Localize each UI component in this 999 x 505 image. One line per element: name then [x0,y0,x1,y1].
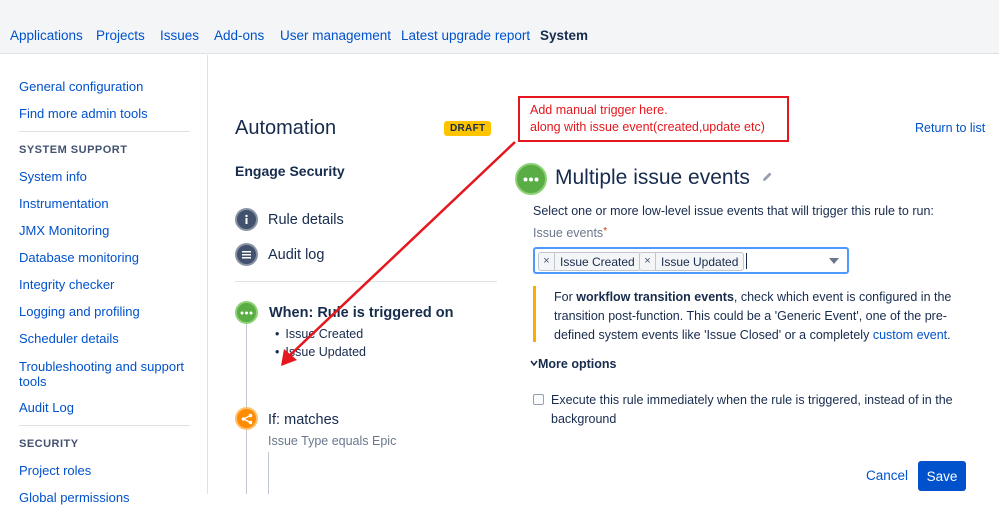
sidebar-divider [19,131,190,132]
annotation-callout: Add manual trigger here. along with issu… [518,96,789,142]
sidebar-item-scheduler-details[interactable]: Scheduler details [19,331,119,346]
sidebar-item-project-roles[interactable]: Project roles [19,463,91,478]
component-description: Select one or more low-level issue event… [533,204,934,218]
sidebar-item-database-monitoring[interactable]: Database monitoring [19,250,139,265]
chevron-down-icon [530,360,538,367]
tab-system[interactable]: System [540,28,588,43]
remove-chip-icon[interactable]: × [640,253,656,270]
event-chip: × Issue Updated [639,252,745,271]
condition-detail: Issue Type equals Epic [268,434,397,448]
execute-immediately-checkbox[interactable] [533,394,544,405]
cancel-button[interactable]: Cancel [866,468,908,483]
sidebar-item-troubleshooting[interactable]: Troubleshooting and support tools [19,359,189,389]
condition-branch-line [268,452,269,494]
trigger-event-item: Issue Updated [275,345,366,359]
tab-projects[interactable]: Projects [96,28,145,43]
annotation-line-1: Add manual trigger here. [530,103,668,117]
tab-applications[interactable]: Applications [10,28,83,43]
chevron-down-icon[interactable] [829,258,839,264]
more-options-toggle[interactable]: More options [530,357,616,371]
status-badge: DRAFT [444,121,492,136]
remove-chip-icon[interactable]: × [539,253,555,270]
admin-sidebar: General configuration Find more admin to… [0,55,208,505]
sidebar-heading-system-support: SYSTEM SUPPORT [19,144,128,156]
info-message: For workflow transition events, check wh… [533,286,963,342]
rule-details-label: Rule details [268,211,344,228]
top-navigation: Applications Projects Issues Add-ons Use… [0,0,999,54]
sidebar-item-integrity-checker[interactable]: Integrity checker [19,277,114,292]
condition-branch-icon[interactable] [235,407,258,430]
rule-name: Engage Security [235,163,345,179]
rule-details-link[interactable]: Rule details [235,208,344,231]
sidebar-item-find-more-admin-tools[interactable]: Find more admin tools [19,106,148,121]
tab-issues[interactable]: Issues [160,28,199,43]
sidebar-item-audit-log[interactable]: Audit Log [19,400,74,415]
return-to-list-link[interactable]: Return to list [915,121,985,135]
edit-pencil-icon[interactable] [761,170,774,188]
condition-title[interactable]: If: matches [268,412,339,428]
audit-log-link[interactable]: Audit log [235,243,324,266]
info-bold: workflow transition events [576,290,734,304]
info-suffix: . [947,328,951,342]
trigger-icon[interactable] [235,301,258,324]
execute-immediately-label[interactable]: Execute this rule immediately when the r… [551,391,971,429]
trigger-title[interactable]: When: Rule is triggered on [269,305,453,321]
info-icon [235,208,258,231]
sidebar-divider [19,425,190,426]
sidebar-item-instrumentation[interactable]: Instrumentation [19,196,109,211]
sidebar-item-logging-and-profiling[interactable]: Logging and profiling [19,304,140,319]
issue-events-multiselect[interactable]: × Issue Created × Issue Updated [533,247,849,274]
event-chip: × Issue Created [538,252,641,271]
annotation-line-2: along with issue event(created,update et… [530,120,765,134]
trigger-event-item: Issue Created [275,327,363,341]
event-chip-label: Issue Created [560,254,635,269]
issue-events-label-text: Issue events [533,226,604,240]
text-cursor [746,253,747,269]
more-options-label: More options [538,357,617,371]
save-button[interactable]: Save [918,461,966,491]
trigger-component-icon [515,163,547,195]
tab-latest-upgrade-report[interactable]: Latest upgrade report [401,28,530,43]
sidebar-item-system-info[interactable]: System info [19,169,87,184]
info-text: For workflow transition events, check wh… [554,288,966,345]
event-chip-label: Issue Updated [661,254,739,269]
audit-log-label: Audit log [268,246,325,263]
info-prefix: For [554,290,577,304]
sidebar-heading-security: SECURITY [19,438,79,450]
outline-divider [235,281,497,282]
component-title: Multiple issue events [555,166,750,189]
sidebar-item-general-configuration[interactable]: General configuration [19,79,143,94]
custom-event-link[interactable]: custom event [873,328,947,342]
page-title: Automation [235,117,337,139]
list-icon [235,243,258,266]
required-indicator: * [603,226,608,237]
sidebar-item-jmx-monitoring[interactable]: JMX Monitoring [19,223,109,238]
tab-user-management[interactable]: User management [280,28,391,43]
issue-events-label: Issue events* [533,226,607,240]
tab-add-ons[interactable]: Add-ons [214,28,264,43]
sidebar-item-global-permissions[interactable]: Global permissions [19,490,130,505]
